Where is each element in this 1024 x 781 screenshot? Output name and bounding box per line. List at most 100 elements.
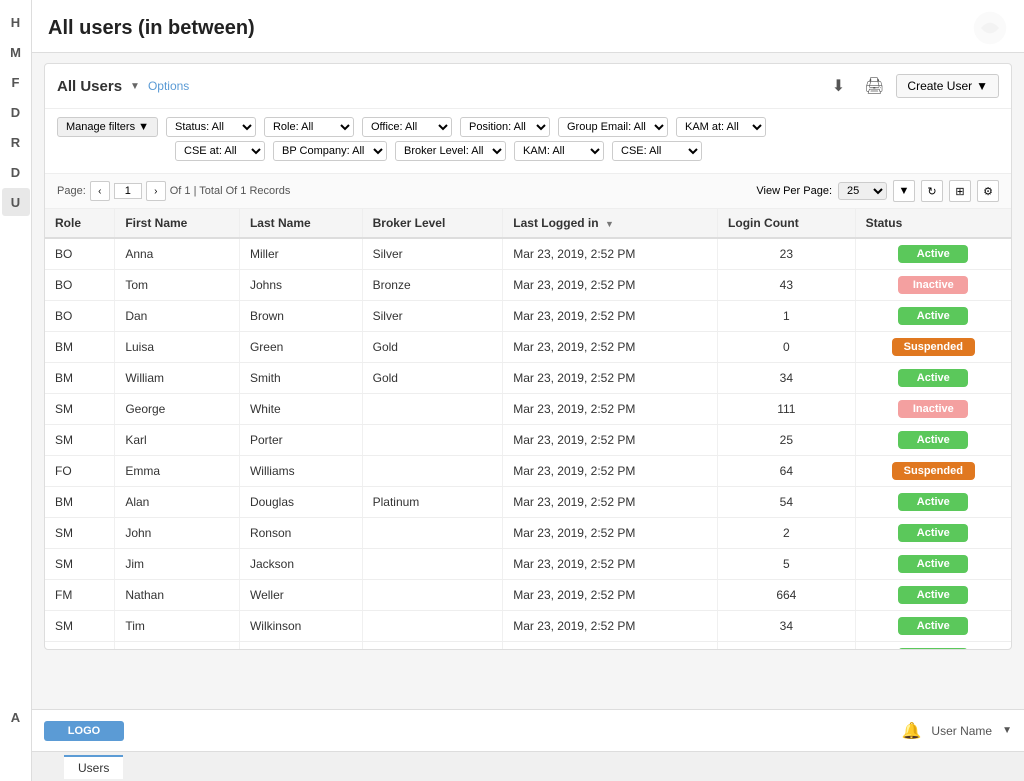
- cell-first-name: Karl: [115, 425, 240, 456]
- kam-at-filter[interactable]: KAM at: All: [676, 117, 766, 137]
- cse-filter[interactable]: CSE: All: [612, 141, 702, 161]
- cell-first-name: John: [115, 518, 240, 549]
- col-last-name[interactable]: Last Name: [239, 209, 362, 238]
- table-wrapper: Role First Name Last Name Broker Level L…: [45, 209, 1011, 649]
- per-page-select[interactable]: 25 50 100: [838, 182, 887, 200]
- table-row[interactable]: SM Karl Porter Mar 23, 2019, 2:52 PM 25 …: [45, 425, 1011, 456]
- tab-users[interactable]: Users: [64, 755, 123, 779]
- sidebar-item-d[interactable]: D: [2, 98, 30, 126]
- col-last-logged-in[interactable]: Last Logged in ▼: [503, 209, 718, 238]
- cell-last-logged: Mar 23, 2019, 2:52 PM: [503, 549, 718, 580]
- notification-bell-icon[interactable]: 🔔: [901, 721, 921, 741]
- table-row[interactable]: SM Jim Jackson Mar 23, 2019, 2:52 PM 5 A…: [45, 549, 1011, 580]
- cell-broker-level: Gold: [362, 332, 503, 363]
- user-dropdown-arrow[interactable]: ▼: [1002, 725, 1012, 736]
- table-row[interactable]: BM William Smith Gold Mar 23, 2019, 2:52…: [45, 363, 1011, 394]
- cse-at-filter[interactable]: CSE at: All: [175, 141, 265, 161]
- cell-login-count: 2: [718, 518, 856, 549]
- columns-icon[interactable]: ⊞: [949, 180, 971, 202]
- status-badge: Active: [898, 648, 968, 649]
- create-user-button[interactable]: Create User ▼: [896, 74, 999, 98]
- cell-role: SM: [45, 518, 115, 549]
- status-filter[interactable]: Status: All: [166, 117, 256, 137]
- cell-broker-level: Silver: [362, 301, 503, 332]
- filters-section: Manage filters ▼ Status: All Role: All O…: [45, 109, 1011, 174]
- cell-first-name: Anna: [115, 238, 240, 270]
- table-row[interactable]: BM Alan Douglas Platinum Mar 23, 2019, 2…: [45, 487, 1011, 518]
- table-row[interactable]: BO Dan Brown Silver Mar 23, 2019, 2:52 P…: [45, 301, 1011, 332]
- bp-company-filter[interactable]: BP Company: All: [273, 141, 387, 161]
- sidebar-item-h[interactable]: H: [2, 8, 30, 36]
- cell-last-logged: Mar 23, 2019, 2:52 PM: [503, 456, 718, 487]
- sidebar-item-a[interactable]: A: [2, 703, 30, 731]
- office-filter[interactable]: Office: All: [362, 117, 452, 137]
- sidebar-item-r[interactable]: R: [2, 128, 30, 156]
- col-status[interactable]: Status: [855, 209, 1011, 238]
- cell-last-name: Miller: [239, 238, 362, 270]
- table-row[interactable]: FM Alex Greyson Mar 23, 2019, 2:52 PM 12…: [45, 642, 1011, 650]
- cell-status: Active: [855, 611, 1011, 642]
- sidebar-item-u[interactable]: U: [2, 188, 30, 216]
- sidebar-item-m[interactable]: M: [2, 38, 30, 66]
- table-row[interactable]: SM George White Mar 23, 2019, 2:52 PM 11…: [45, 394, 1011, 425]
- cell-last-logged: Mar 23, 2019, 2:52 PM: [503, 394, 718, 425]
- settings-icon[interactable]: ⚙: [977, 180, 999, 202]
- filter-row-1: Manage filters ▼ Status: All Role: All O…: [57, 117, 999, 137]
- cell-last-logged: Mar 23, 2019, 2:52 PM: [503, 518, 718, 549]
- cell-login-count: 64: [718, 456, 856, 487]
- group-email-filter[interactable]: Group Email: All: [558, 117, 668, 137]
- kam-filter[interactable]: KAM: All: [514, 141, 604, 161]
- cell-login-count: 34: [718, 611, 856, 642]
- cell-first-name: Alex: [115, 642, 240, 650]
- cell-first-name: Jim: [115, 549, 240, 580]
- table-body: BO Anna Miller Silver Mar 23, 2019, 2:52…: [45, 238, 1011, 649]
- cell-status: Active: [855, 363, 1011, 394]
- page-input[interactable]: [114, 183, 142, 199]
- cell-last-name: Johns: [239, 270, 362, 301]
- sidebar-item-f[interactable]: F: [2, 68, 30, 96]
- manage-filters-label: Manage filters: [66, 121, 135, 133]
- next-page-button[interactable]: ›: [146, 181, 166, 201]
- col-broker-level[interactable]: Broker Level: [362, 209, 503, 238]
- cell-role: SM: [45, 611, 115, 642]
- manage-filters-button[interactable]: Manage filters ▼: [57, 117, 158, 137]
- options-link[interactable]: Options: [148, 79, 189, 93]
- cell-status: Suspended: [855, 332, 1011, 363]
- table-row[interactable]: FO Emma Williams Mar 23, 2019, 2:52 PM 6…: [45, 456, 1011, 487]
- cell-login-count: 23: [718, 238, 856, 270]
- download-icon[interactable]: ⬇: [824, 72, 852, 100]
- manage-filters-arrow: ▼: [138, 121, 149, 133]
- prev-page-button[interactable]: ‹: [90, 181, 110, 201]
- cell-login-count: 1: [718, 301, 856, 332]
- filter-tool-icon[interactable]: ▼: [893, 180, 915, 202]
- print-icon[interactable]: 🖨: [860, 72, 888, 100]
- cell-first-name: Emma: [115, 456, 240, 487]
- col-login-count[interactable]: Login Count: [718, 209, 856, 238]
- cell-status: Active: [855, 580, 1011, 611]
- cell-first-name: Tim: [115, 611, 240, 642]
- col-first-name[interactable]: First Name: [115, 209, 240, 238]
- cell-broker-level: Silver: [362, 238, 503, 270]
- position-filter[interactable]: Position: All: [460, 117, 550, 137]
- table-row[interactable]: BO Anna Miller Silver Mar 23, 2019, 2:52…: [45, 238, 1011, 270]
- card-header-left: All Users ▼ Options: [57, 78, 189, 95]
- sidebar: H M F D R D U A: [0, 0, 32, 781]
- table-row[interactable]: SM Tim Wilkinson Mar 23, 2019, 2:52 PM 3…: [45, 611, 1011, 642]
- sidebar-item-d2[interactable]: D: [2, 158, 30, 186]
- status-badge: Active: [898, 524, 968, 542]
- cell-login-count: 34: [718, 363, 856, 394]
- cell-broker-level: [362, 611, 503, 642]
- table-row[interactable]: BM Luisa Green Gold Mar 23, 2019, 2:52 P…: [45, 332, 1011, 363]
- total-pages-label: Of 1 | Total Of 1 Records: [170, 185, 291, 197]
- refresh-icon[interactable]: ↻: [921, 180, 943, 202]
- cell-broker-level: [362, 425, 503, 456]
- table-row[interactable]: SM John Ronson Mar 23, 2019, 2:52 PM 2 A…: [45, 518, 1011, 549]
- cell-role: FO: [45, 456, 115, 487]
- cell-role: SM: [45, 425, 115, 456]
- table-row[interactable]: BO Tom Johns Bronze Mar 23, 2019, 2:52 P…: [45, 270, 1011, 301]
- role-filter[interactable]: Role: All: [264, 117, 354, 137]
- table-row[interactable]: FM Nathan Weller Mar 23, 2019, 2:52 PM 6…: [45, 580, 1011, 611]
- cell-status: Active: [855, 487, 1011, 518]
- cell-login-count: 54: [718, 487, 856, 518]
- broker-level-filter[interactable]: Broker Level: All: [395, 141, 506, 161]
